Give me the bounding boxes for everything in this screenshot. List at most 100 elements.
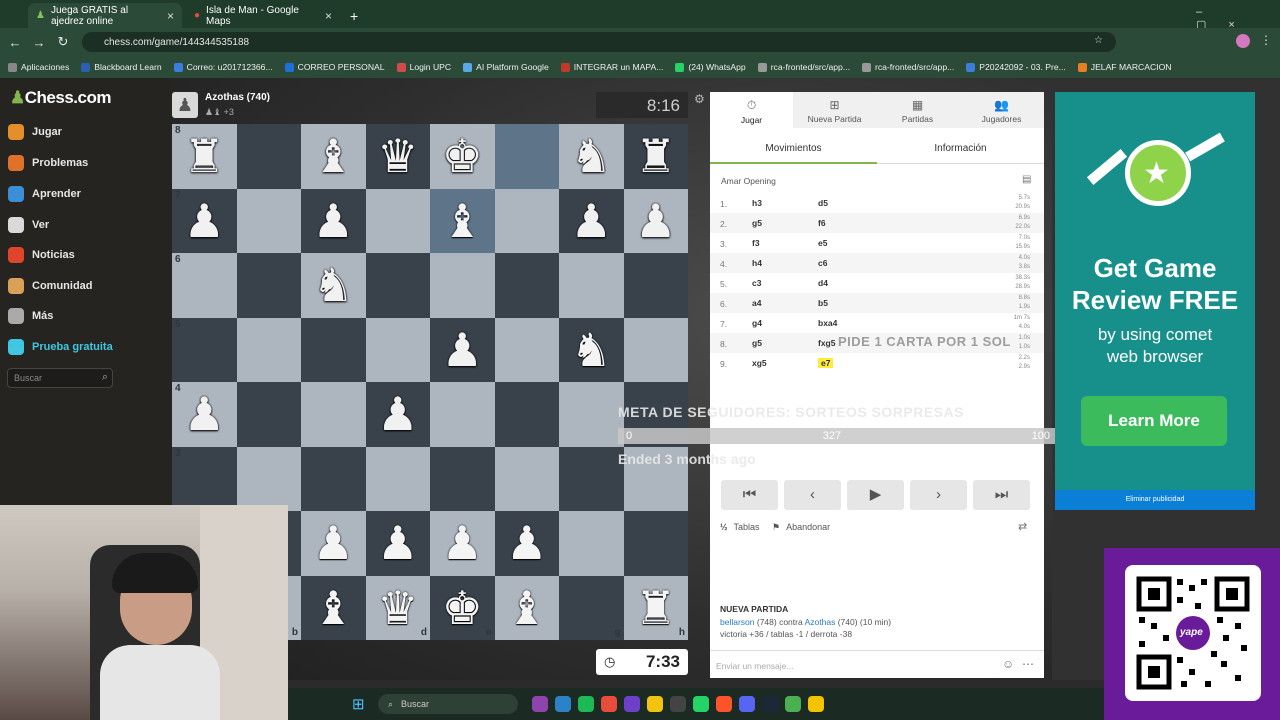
learn-more-button[interactable]: Learn More [1081,396,1227,446]
board-square[interactable]: ♜ [623,124,688,189]
chrome-icon[interactable] [601,696,617,712]
bookmark-item[interactable]: Blackboard Learn [81,62,162,72]
board-square[interactable] [623,511,688,576]
top-player-name[interactable]: Azothas (740) [205,92,270,103]
board-square[interactable] [236,446,301,511]
board-square[interactable] [236,124,301,189]
black-move[interactable]: c6 [818,258,827,268]
remove-ads-link[interactable]: Eliminar publicidad [1055,490,1255,510]
brave-icon[interactable] [716,696,732,712]
white-move[interactable]: g5 [752,338,762,348]
next-move-button[interactable]: › [910,480,967,510]
board-square[interactable]: ♞ [301,253,366,318]
board-square[interactable]: ♝ [430,188,495,253]
more-icon[interactable]: ⋯ [1022,657,1034,671]
play-button[interactable]: ▶ [847,480,904,510]
white-knight-icon[interactable]: ♞ [571,327,612,373]
board-square[interactable] [236,382,301,447]
black-move[interactable]: d4 [818,278,828,288]
white-move[interactable]: g5 [752,218,762,228]
board-square[interactable]: ♟ [365,511,430,576]
sidebar-item-comunidad[interactable]: Comunidad [8,278,93,294]
white-move[interactable]: h3 [752,198,762,208]
app-icon[interactable] [808,696,824,712]
search-icon[interactable]: ⌕ [102,371,108,384]
black-pawn-icon[interactable]: ♟ [442,327,483,373]
black-pawn-icon[interactable]: ♟ [313,198,354,244]
board-square[interactable] [301,317,366,382]
black-move[interactable]: f6 [818,218,826,228]
board-square[interactable]: 5 [172,317,237,382]
explorer-icon[interactable]: ▤ [1022,174,1031,185]
bookmark-item[interactable]: INTEGRAR un MAPA... [560,62,663,72]
board-square[interactable]: ♟ [494,511,559,576]
board-square[interactable] [494,446,559,511]
board-square[interactable]: ♚ [430,124,495,189]
sidebar-item-prueba-gratuita[interactable]: Prueba gratuita [8,339,113,355]
last-move-button[interactable]: ⏭ [973,480,1030,510]
resign-button[interactable]: ⚑ Abandonar [772,522,830,533]
board-square[interactable] [623,317,688,382]
board-square[interactable]: ♛ [365,124,430,189]
board-square[interactable] [301,446,366,511]
profile-avatar[interactable] [1236,34,1250,48]
board-square[interactable] [365,446,430,511]
app-icon[interactable] [532,696,548,712]
bookmark-item[interactable]: rca-fronted/src/app... [757,62,850,72]
white-pawn-icon[interactable]: ♟ [506,520,547,566]
board-square[interactable]: ♜ h [623,575,688,640]
first-move-button[interactable]: ⏮ [721,480,778,510]
board-square[interactable]: 3 [172,446,237,511]
white-queen-icon[interactable]: ♛ [377,585,418,631]
discord-icon[interactable] [739,696,755,712]
github-icon[interactable] [624,696,640,712]
black-move[interactable]: e5 [818,238,827,248]
sidebar-search-input[interactable]: Buscar ⌕ [7,368,113,388]
board-square[interactable]: ♜ 8 [172,124,237,189]
bookmark-item[interactable]: rca-fronted/src/app... [861,62,954,72]
board-square[interactable]: ♟ 4 [172,382,237,447]
board-square[interactable]: ♟ [559,188,624,253]
black-queen-icon[interactable]: ♛ [377,133,418,179]
forward-icon[interactable]: → [27,35,51,50]
settings-gear-icon[interactable]: ⚙ [694,92,705,106]
opening-name[interactable]: Amar Opening [721,176,776,186]
board-square[interactable]: g [559,575,624,640]
bookmark-item[interactable]: Correo: u201712366... [173,62,273,72]
black-move[interactable]: e7 [818,358,834,368]
white-pawn-icon[interactable]: ♟ [442,520,483,566]
board-square[interactable] [494,188,559,253]
black-pawn-icon[interactable]: ♟ [571,198,612,244]
black-knight-icon[interactable]: ♞ [571,133,612,179]
tab-chess[interactable]: ♟ Juega GRATIS al ajedrez online × [28,3,182,28]
sidebar-item-jugar[interactable]: Jugar [8,124,62,140]
black-pawn-icon[interactable]: ♟ [184,391,225,437]
board-square[interactable] [494,382,559,447]
black-rook-icon[interactable]: ♜ [635,133,676,179]
board-square[interactable] [236,317,301,382]
white-king-icon[interactable]: ♚ [442,585,483,631]
board-square[interactable] [365,317,430,382]
sidebar-item-problemas[interactable]: Problemas [8,155,88,171]
player-avatar[interactable]: ♟ [172,92,198,118]
flip-board-icon[interactable]: ⇄ [1018,520,1027,533]
ad-banner[interactable]: ★ Get Game Review FREE by using comet web … [1055,92,1255,510]
board-square[interactable] [430,446,495,511]
sidebar-item-noticias[interactable]: Noticias [8,247,75,263]
board-square[interactable]: 6 [172,253,237,318]
taskbar-search[interactable]: ⌕ Buscar [378,694,518,714]
spotify-icon[interactable] [578,696,594,712]
board-square[interactable] [559,446,624,511]
black-pawn-icon[interactable]: ♟ [635,198,676,244]
tab-partidas[interactable]: ▦ Partidas [876,92,959,128]
black-knight-icon[interactable]: ♞ [313,262,354,308]
back-icon[interactable]: ← [3,35,27,50]
subtab-movimientos[interactable]: Movimientos [710,132,877,164]
bookmark-item[interactable]: Login UPC [396,62,451,72]
board-square[interactable]: ♟ [301,188,366,253]
board-square[interactable]: ♝ [494,575,559,640]
steam-icon[interactable] [762,696,778,712]
tab-maps[interactable]: ● Isla de Man - Google Maps × [186,3,340,28]
cursor-icon[interactable] [670,696,686,712]
white-move[interactable]: xg5 [752,358,767,368]
